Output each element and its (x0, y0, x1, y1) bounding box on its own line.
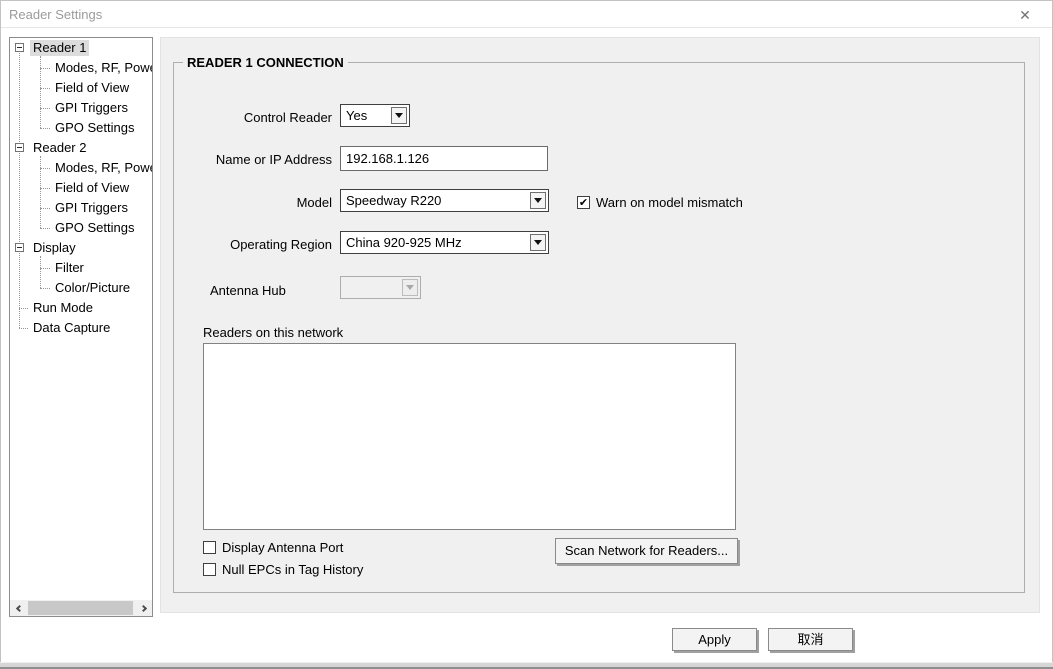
tree-connector-line (40, 228, 50, 229)
tree-item[interactable]: Field of View (52, 80, 132, 96)
control-reader-label: Control Reader (173, 110, 332, 125)
operating-region-value: China 920-925 MHz (341, 232, 528, 253)
tree-expand-toggle-icon[interactable] (15, 243, 24, 252)
tree-item[interactable]: GPO Settings (52, 220, 137, 236)
close-icon[interactable]: ✕ (1010, 5, 1040, 25)
scrollbar-thumb[interactable] (28, 601, 133, 615)
tree-expand-toggle-icon[interactable] (15, 143, 24, 152)
tree-connector-line (40, 108, 50, 109)
warn-mismatch-label[interactable]: Warn on model mismatch (596, 195, 743, 210)
tree-connector-line (40, 56, 41, 128)
group-title: READER 1 CONNECTION (183, 55, 348, 70)
scrollbar-right-arrow-icon[interactable] (136, 600, 152, 616)
null-epcs-checkbox[interactable] (203, 563, 216, 576)
combo-arrow-button[interactable] (530, 192, 546, 209)
tree-item[interactable]: Modes, RF, Powe (52, 60, 152, 76)
chevron-down-icon (395, 113, 403, 118)
tree-item[interactable]: GPO Settings (52, 120, 137, 136)
combo-arrow-button[interactable] (530, 234, 546, 251)
tree-connector-line (19, 53, 20, 328)
tree-connector-line (40, 208, 50, 209)
window-title: Reader Settings (9, 7, 102, 22)
null-epcs-label[interactable]: Null EPCs in Tag History (222, 562, 363, 577)
name-ip-label: Name or IP Address (173, 152, 332, 167)
readers-listbox[interactable] (203, 343, 736, 530)
cancel-button[interactable]: 取消 (768, 628, 853, 651)
window-bottom-edge (0, 662, 1053, 669)
antenna-hub-dropdown (340, 276, 421, 299)
tree-item[interactable]: Run Mode (30, 300, 96, 316)
tree-connector-line (40, 288, 50, 289)
antenna-hub-label: Antenna Hub (210, 283, 286, 298)
tree-connector-line (40, 156, 41, 228)
settings-tree: Reader 1 Modes, RF, Powe Field of View GPI … (9, 37, 153, 617)
tree-connector-line (19, 328, 28, 329)
tree-horizontal-scrollbar[interactable] (10, 600, 152, 616)
reader-settings-dialog: Reader Settings ✕ Reader 1 Modes, RF, Pow… (0, 0, 1053, 669)
chevron-down-icon (534, 240, 542, 245)
chevron-down-icon (534, 198, 542, 203)
model-dropdown[interactable]: Speedway R220 (340, 189, 549, 212)
model-value: Speedway R220 (341, 190, 528, 211)
tree-connector-line (40, 88, 50, 89)
combo-arrow-button (402, 279, 418, 296)
scrollbar-left-arrow-icon[interactable] (10, 600, 26, 616)
tree-item[interactable]: Display (30, 240, 79, 256)
scan-network-button[interactable]: Scan Network for Readers... (555, 538, 738, 564)
tree-item[interactable]: Reader 1 (30, 40, 89, 56)
readers-list-label: Readers on this network (203, 325, 343, 340)
tree-item[interactable]: Filter (52, 260, 87, 276)
tree-connector-line (40, 128, 50, 129)
tree-item[interactable]: Data Capture (30, 320, 113, 336)
tree-connector-line (19, 308, 28, 309)
chevron-down-icon (406, 285, 414, 290)
title-bar: Reader Settings ✕ (1, 1, 1052, 28)
operating-region-dropdown[interactable]: China 920-925 MHz (340, 231, 549, 254)
control-reader-value: Yes (341, 105, 389, 126)
display-antenna-port-checkbox[interactable] (203, 541, 216, 554)
warn-mismatch-checkbox[interactable]: ✔ (577, 196, 590, 209)
control-reader-dropdown[interactable]: Yes (340, 104, 410, 127)
apply-button[interactable]: Apply (672, 628, 757, 651)
tree-connector-line (40, 256, 41, 288)
tree-connector-line (40, 188, 50, 189)
tree-item[interactable]: GPI Triggers (52, 100, 131, 116)
operating-region-label: Operating Region (173, 237, 332, 252)
antenna-hub-value (341, 277, 400, 298)
tree-item[interactable]: Field of View (52, 180, 132, 196)
tree-connector-line (40, 168, 50, 169)
tree-rows: Reader 1 Modes, RF, Powe Field of View GPI … (10, 38, 152, 600)
model-label: Model (173, 195, 332, 210)
tree-item[interactable]: GPI Triggers (52, 200, 131, 216)
tree-expand-toggle-icon[interactable] (15, 43, 24, 52)
name-ip-input[interactable] (340, 146, 548, 171)
tree-connector-line (40, 68, 50, 69)
tree-connector-line (40, 268, 50, 269)
combo-arrow-button[interactable] (391, 107, 407, 124)
tree-item[interactable]: Modes, RF, Powe (52, 160, 152, 176)
display-antenna-port-label[interactable]: Display Antenna Port (222, 540, 343, 555)
tree-item[interactable]: Reader 2 (30, 140, 89, 156)
tree-item[interactable]: Color/Picture (52, 280, 133, 296)
